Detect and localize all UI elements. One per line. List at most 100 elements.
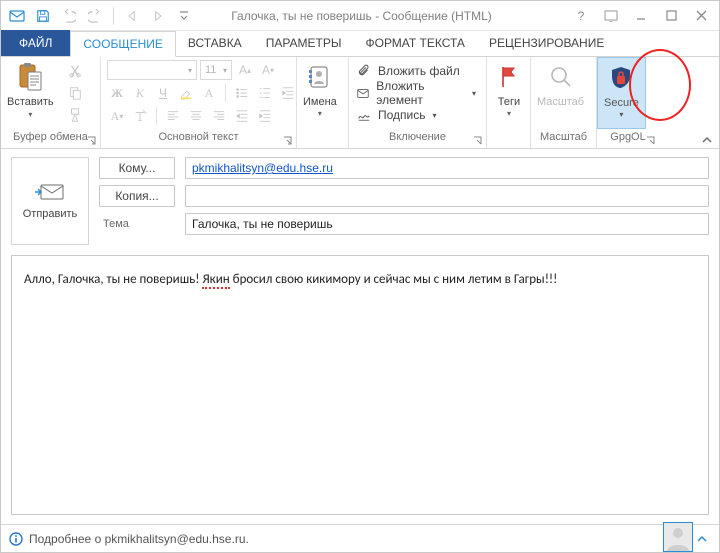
ribbon-group-names: Имена ▾ xyxy=(297,57,349,148)
outdent-icon[interactable] xyxy=(232,106,252,126)
group-label-names xyxy=(297,131,348,148)
tags-button[interactable]: Теги ▾ xyxy=(487,57,531,129)
zoom-label: Масштаб xyxy=(537,96,584,109)
ribbon-group-tags: Теги ▾ xyxy=(487,57,531,148)
subject-input[interactable]: Галочка, ты не поверишь xyxy=(185,213,709,235)
grow-font-icon[interactable]: A▴ xyxy=(235,60,255,80)
ribbon-group-zoom: Масштаб Масштаб xyxy=(531,57,597,148)
indent2-icon[interactable] xyxy=(255,106,275,126)
to-value: pkmikhalitsyn@edu.hse.ru xyxy=(192,161,333,175)
clear-formatting-icon[interactable] xyxy=(130,106,150,126)
indent-icon[interactable] xyxy=(278,83,298,103)
group-label-zoom: Масштаб xyxy=(531,131,596,148)
info-icon xyxy=(9,532,23,546)
window-title: Галочка, ты не поверишь - Сообщение (HTM… xyxy=(196,9,567,23)
tags-label: Теги xyxy=(498,96,520,109)
body-text-suffix: бросил свою кикимору и сейчас мы с ним л… xyxy=(230,272,558,287)
chevron-down-icon: ▾ xyxy=(188,66,192,75)
cc-button[interactable]: Копия... xyxy=(99,185,175,207)
underline-icon[interactable]: Ч xyxy=(153,83,173,103)
text-effect-icon[interactable]: A▾ xyxy=(107,106,127,126)
dialog-launcher-icon[interactable] xyxy=(473,136,483,146)
message-body[interactable]: Алло, Галочка, ты не поверишь! Якин брос… xyxy=(11,255,709,515)
font-color-icon[interactable]: A xyxy=(199,83,219,103)
maximize-icon[interactable] xyxy=(657,5,685,27)
group-label-font-text: Основной текст xyxy=(159,131,239,143)
to-input[interactable]: pkmikhalitsyn@edu.hse.ru xyxy=(185,157,709,179)
font-size-value: 11 xyxy=(205,64,216,76)
bullets-icon[interactable] xyxy=(232,83,252,103)
paste-button[interactable]: Вставить ▾ xyxy=(1,57,60,129)
signature-button[interactable]: Подпись ▾ xyxy=(353,104,443,126)
ribbon-group-font: ▾ 11 ▾ A▴ A▾ Ж К Ч xyxy=(101,57,297,148)
cut-icon[interactable] xyxy=(64,61,86,81)
font-size-combo[interactable]: 11 ▾ xyxy=(200,60,232,80)
attach-file-label: Вложить файл xyxy=(378,64,460,78)
qat-prev-icon[interactable] xyxy=(120,4,144,28)
tab-options[interactable]: ПАРАМЕТРЫ xyxy=(254,30,354,56)
tab-insert[interactable]: ВСТАВКА xyxy=(176,30,254,56)
names-button[interactable]: Имена ▾ xyxy=(297,57,343,129)
format-painter-icon[interactable] xyxy=(64,105,86,125)
dialog-launcher-icon[interactable] xyxy=(646,136,656,146)
close-icon[interactable] xyxy=(687,5,715,27)
clipboard-small-buttons xyxy=(60,57,90,129)
dialog-launcher-icon[interactable] xyxy=(87,136,97,146)
copy-icon[interactable] xyxy=(64,83,86,103)
qat-separator xyxy=(113,7,114,25)
chevron-down-icon: ▾ xyxy=(28,110,32,119)
ribbon-display-icon[interactable] xyxy=(597,5,625,27)
align-left-icon[interactable] xyxy=(163,106,183,126)
group-label-gpgol: GpgOL xyxy=(597,131,659,148)
cc-input[interactable] xyxy=(185,185,709,207)
font-family-combo[interactable]: ▾ xyxy=(107,60,197,80)
ribbon-tabs: ФАЙЛ СООБЩЕНИЕ ВСТАВКА ПАРАМЕТРЫ ФОРМАТ … xyxy=(1,31,719,57)
collapse-ribbon-icon[interactable] xyxy=(701,134,713,146)
status-text[interactable]: Подробнее о pkmikhalitsyn@edu.hse.ru. xyxy=(29,532,249,546)
body-text-misspelled: Якин xyxy=(202,272,229,289)
numbering-icon[interactable] xyxy=(255,83,275,103)
chevron-down-icon: ▾ xyxy=(472,89,476,98)
ribbon-group-gpgol: Secure ▾ GpgOL xyxy=(597,57,659,148)
qat-next-icon[interactable] xyxy=(146,4,170,28)
shrink-font-icon[interactable]: A▾ xyxy=(258,60,278,80)
separator xyxy=(225,84,226,102)
chevron-down-icon: ▾ xyxy=(223,66,227,75)
tab-file[interactable]: ФАЙЛ xyxy=(1,30,70,56)
attach-item-button[interactable]: Вложить элемент ▾ xyxy=(353,82,482,104)
group-label-clipboard-text: Буфер обмена xyxy=(13,131,88,143)
tab-review[interactable]: РЕЦЕНЗИРОВАНИЕ xyxy=(477,30,616,56)
qat-save-icon[interactable] xyxy=(31,4,55,28)
tab-format-text[interactable]: ФОРМАТ ТЕКСТА xyxy=(353,30,476,56)
qat-undo-icon[interactable] xyxy=(57,4,81,28)
expand-people-pane-icon[interactable] xyxy=(693,533,711,545)
bold-icon[interactable]: Ж xyxy=(107,83,127,103)
help-icon[interactable]: ? xyxy=(567,5,595,27)
group-label-include-text: Включение xyxy=(389,131,446,143)
attach-item-icon xyxy=(355,84,371,102)
secure-label: Secure xyxy=(604,97,639,110)
compose-pane: Отправить Кому... pkmikhalitsyn@edu.hse.… xyxy=(1,149,719,521)
paperclip-icon xyxy=(355,62,373,80)
italic-icon[interactable]: К xyxy=(130,83,150,103)
align-right-icon[interactable] xyxy=(209,106,229,126)
group-label-include: Включение xyxy=(349,131,486,148)
minimize-icon[interactable] xyxy=(627,5,655,27)
subject-value: Галочка, ты не поверишь xyxy=(192,217,333,231)
to-button[interactable]: Кому... xyxy=(99,157,175,179)
send-icon xyxy=(33,182,67,202)
chevron-down-icon: ▾ xyxy=(507,109,511,118)
highlight-icon[interactable] xyxy=(176,83,196,103)
group-label-zoom-text: Масштаб xyxy=(540,131,587,143)
qat-redo-icon[interactable] xyxy=(83,4,107,28)
tab-message[interactable]: СООБЩЕНИЕ xyxy=(70,31,176,57)
secure-button[interactable]: Secure ▾ xyxy=(597,57,646,129)
dialog-launcher-icon[interactable] xyxy=(283,136,293,146)
subject-label: Тема xyxy=(99,218,175,230)
avatar[interactable] xyxy=(663,522,693,552)
qat-customize-icon[interactable] xyxy=(172,4,196,28)
align-center-icon[interactable] xyxy=(186,106,206,126)
zoom-button[interactable]: Масштаб xyxy=(531,57,590,129)
separator xyxy=(156,107,157,125)
send-button[interactable]: Отправить xyxy=(11,157,89,245)
